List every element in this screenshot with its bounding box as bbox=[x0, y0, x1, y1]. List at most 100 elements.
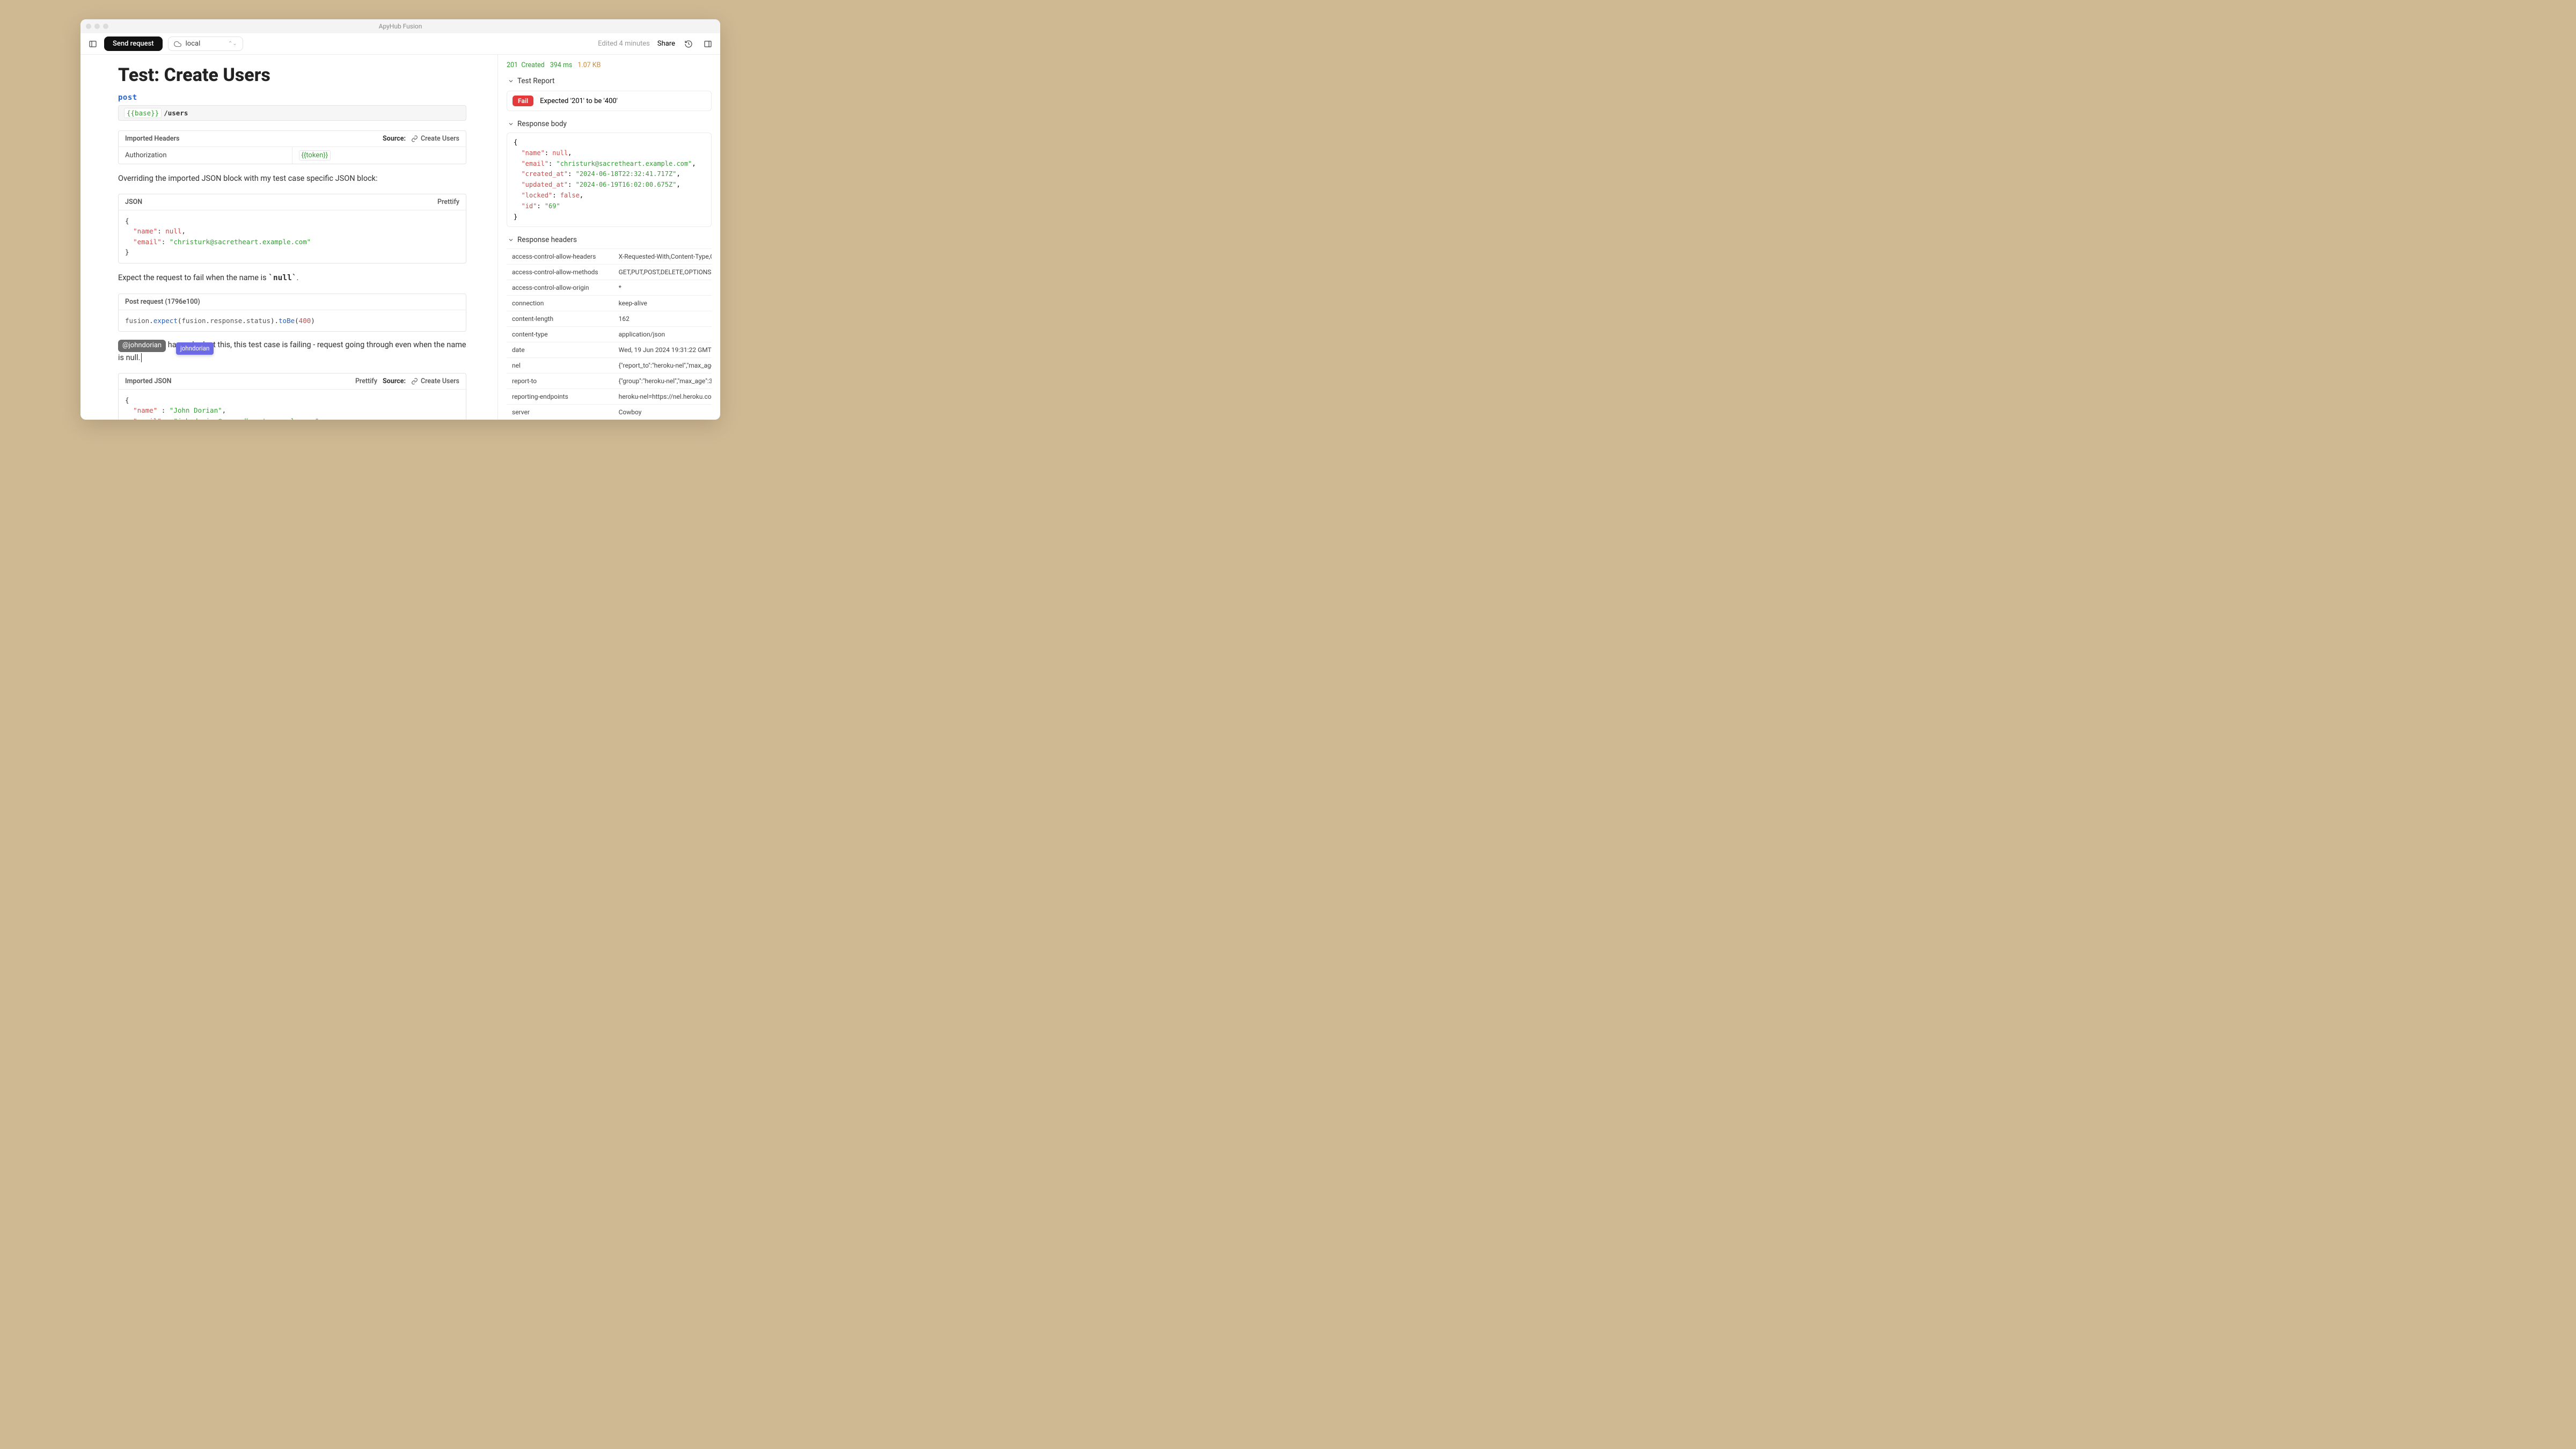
send-request-button[interactable]: Send request bbox=[104, 36, 163, 51]
url-path: /users bbox=[164, 109, 188, 117]
close-icon[interactable] bbox=[86, 24, 91, 29]
header-key: reporting-endpoints bbox=[507, 389, 613, 404]
mention-popup[interactable]: johndorian bbox=[176, 342, 214, 355]
status-code: 201 bbox=[507, 61, 518, 69]
header-value: application/json bbox=[613, 327, 712, 342]
response-size: 1.07 KB bbox=[577, 61, 601, 69]
link-icon bbox=[411, 135, 418, 142]
header-value: Wed, 19 Jun 2024 19:31:22 GMT bbox=[613, 342, 712, 357]
note-text-2: Expect the request to fail when the name… bbox=[118, 272, 466, 284]
response-headers-table: access-control-allow-headersX-Requested-… bbox=[507, 248, 712, 420]
test-result-row: Fail Expected '201' to be '400' bbox=[507, 91, 712, 111]
header-key: content-length bbox=[507, 311, 613, 326]
fail-badge: Fail bbox=[513, 96, 533, 106]
chevron-down-icon bbox=[508, 78, 514, 84]
header-key: Authorization bbox=[119, 147, 292, 164]
header-value: Cowboy bbox=[613, 405, 712, 420]
post-request-title: Post request (1796e100) bbox=[125, 298, 200, 306]
header-key: content-type bbox=[507, 327, 613, 342]
header-value: heroku-nel=https://nel.heroku.com/ bbox=[613, 389, 712, 404]
source-label: Source: bbox=[383, 135, 406, 143]
method-label: post bbox=[118, 93, 466, 102]
imported-json-title: Imported JSON bbox=[125, 377, 172, 385]
imported-json-panel: Imported JSON Prettify Source: Create Us… bbox=[118, 373, 466, 420]
request-editor: Test: Create Users post {{base}}/users I… bbox=[80, 55, 498, 420]
prettify-button[interactable]: Prettify bbox=[437, 198, 459, 206]
header-row: content-length162 bbox=[507, 311, 712, 326]
source-link[interactable]: Create Users bbox=[411, 377, 459, 385]
source-label: Source: bbox=[383, 377, 406, 385]
header-key: access-control-allow-origin bbox=[507, 280, 613, 295]
mention-chip[interactable]: @johndorian bbox=[118, 340, 166, 352]
share-button[interactable]: Share bbox=[657, 40, 675, 48]
header-row: nel{"report_to":"heroku-nel","max_age" bbox=[507, 357, 712, 373]
header-row: content-typeapplication/json bbox=[507, 326, 712, 342]
header-key: nel bbox=[507, 358, 613, 373]
post-request-panel: Post request (1796e100) fusion.expect(fu… bbox=[118, 294, 466, 332]
imported-headers-panel: Imported Headers Source: Create Users Au… bbox=[118, 130, 466, 164]
response-panel: 201 Created 394 ms 1.07 KB Test Report F… bbox=[498, 55, 720, 420]
note-text: Overriding the imported JSON block with … bbox=[118, 173, 466, 184]
history-icon[interactable] bbox=[683, 38, 694, 50]
comment-text[interactable]: @johndorian have a look at this, this te… bbox=[118, 339, 466, 363]
imported-json-editor[interactable]: { "name" : "John Dorian", "email" : "joh… bbox=[119, 390, 466, 420]
header-key: access-control-allow-headers bbox=[507, 249, 613, 264]
header-row: serverCowboy bbox=[507, 404, 712, 420]
header-row: dateWed, 19 Jun 2024 19:31:22 GMT bbox=[507, 342, 712, 357]
toolbar: Send request local ⌃⌄ Edited 4 minutes S… bbox=[80, 33, 720, 55]
text-cursor bbox=[141, 353, 142, 362]
cloud-icon bbox=[174, 40, 181, 48]
environment-select[interactable]: local ⌃⌄ bbox=[168, 36, 243, 51]
traffic-lights[interactable] bbox=[86, 24, 108, 29]
chevron-down-icon bbox=[508, 237, 514, 243]
header-value: 162 bbox=[613, 311, 712, 326]
status-text: Created bbox=[521, 61, 544, 69]
header-value: GET,PUT,POST,DELETE,OPTIONS bbox=[613, 265, 712, 280]
header-row: report-to{"group":"heroku-nel","max_age"… bbox=[507, 373, 712, 389]
source-link[interactable]: Create Users bbox=[411, 135, 459, 143]
base-variable: {{base}} bbox=[124, 108, 162, 118]
test-report-header[interactable]: Test Report bbox=[506, 74, 713, 89]
header-key: connection bbox=[507, 296, 613, 311]
header-row: access-control-allow-headersX-Requested-… bbox=[507, 248, 712, 264]
header-row: access-control-allow-methodsGET,PUT,POST… bbox=[507, 264, 712, 280]
header-key: server bbox=[507, 405, 613, 420]
page-title: Test: Create Users bbox=[118, 64, 466, 86]
app-window: ApyHub Fusion Send request local ⌃⌄ Edit… bbox=[80, 19, 720, 420]
json-panel: JSON Prettify { "name": null, "email": "… bbox=[118, 194, 466, 264]
panel-toggle-icon[interactable] bbox=[702, 38, 714, 50]
edited-label: Edited 4 minutes bbox=[598, 40, 650, 48]
header-value: {"report_to":"heroku-nel","max_age" bbox=[613, 358, 712, 373]
header-key: access-control-allow-methods bbox=[507, 265, 613, 280]
status-line: 201 Created 394 ms 1.07 KB bbox=[506, 60, 713, 74]
zoom-icon[interactable] bbox=[103, 24, 108, 29]
header-row: access-control-allow-origin* bbox=[507, 280, 712, 295]
fail-message: Expected '201' to be '400' bbox=[540, 97, 618, 105]
sidebar-toggle-icon[interactable] bbox=[87, 38, 99, 50]
chevron-down-icon bbox=[508, 121, 514, 127]
response-time: 394 ms bbox=[550, 61, 573, 69]
json-panel-title: JSON bbox=[125, 198, 142, 206]
window-title: ApyHub Fusion bbox=[379, 23, 422, 30]
header-key: report-to bbox=[507, 374, 613, 389]
environment-label: local bbox=[186, 40, 201, 48]
response-body-header[interactable]: Response body bbox=[506, 116, 713, 131]
header-row: connectionkeep-alive bbox=[507, 295, 712, 311]
json-editor[interactable]: { "name": null, "email": "christurk@sacr… bbox=[119, 210, 466, 263]
url-bar[interactable]: {{base}}/users bbox=[118, 105, 466, 121]
header-key: date bbox=[507, 342, 613, 357]
header-value: {"group":"heroku-nel","max_age":36 bbox=[613, 374, 712, 389]
chevron-updown-icon: ⌃⌄ bbox=[228, 41, 237, 47]
assertion-editor[interactable]: fusion.expect(fusion.response.status).to… bbox=[119, 310, 466, 331]
header-row[interactable]: Authorization {{token}} bbox=[119, 147, 466, 164]
imported-headers-title: Imported Headers bbox=[125, 135, 179, 143]
header-value: {{token}} bbox=[292, 147, 466, 164]
titlebar: ApyHub Fusion bbox=[80, 19, 720, 33]
minimize-icon[interactable] bbox=[94, 24, 100, 29]
response-headers-header[interactable]: Response headers bbox=[506, 232, 713, 247]
header-value: * bbox=[613, 280, 712, 295]
prettify-button[interactable]: Prettify bbox=[355, 377, 377, 385]
header-row: reporting-endpointsheroku-nel=https://ne… bbox=[507, 389, 712, 404]
header-value: X-Requested-With,Content-Type,Cac bbox=[613, 249, 712, 264]
response-body[interactable]: { "name": null, "email": "christurk@sacr… bbox=[507, 133, 712, 227]
